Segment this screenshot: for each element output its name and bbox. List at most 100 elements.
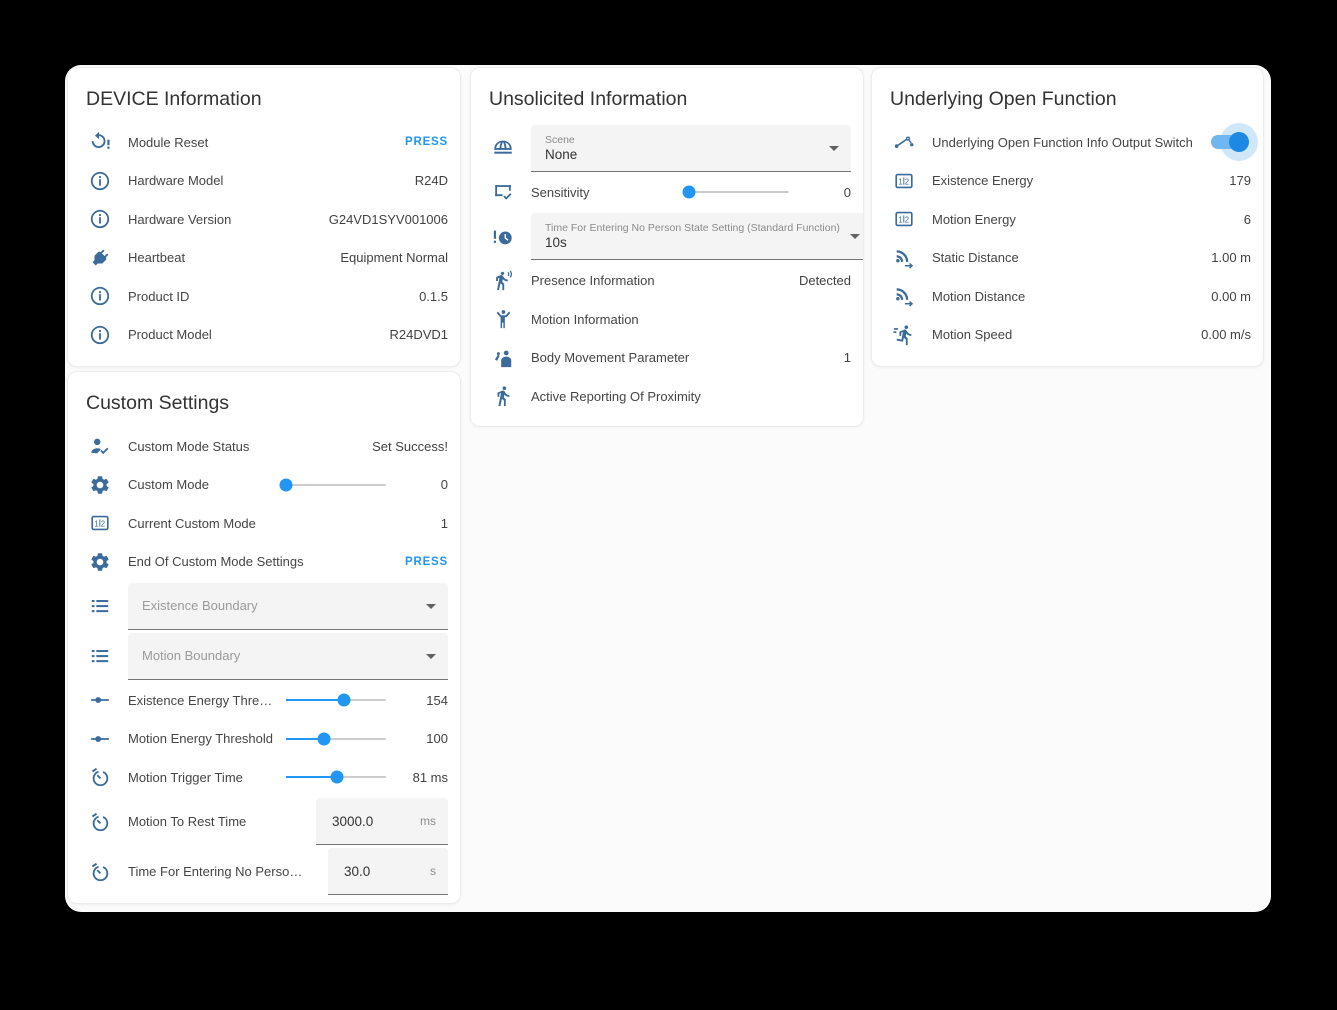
device-information-card: DEVICE Information Module ResetPRESSHard… [67, 67, 461, 367]
row-value: Detected [799, 273, 851, 288]
row-label: Motion Distance [932, 289, 1211, 304]
existence-boundary-select[interactable]: Existence Boundary [128, 583, 448, 630]
list-icon [88, 644, 112, 668]
slider-thumb[interactable] [280, 478, 293, 491]
slider-thumb[interactable] [683, 186, 696, 199]
chevron-down-icon [850, 234, 860, 244]
row-existence-energy: 12Existence Energy179 [872, 162, 1263, 201]
slider-value: 0 [400, 477, 448, 492]
svg-text:1: 1 [898, 177, 902, 186]
slider-thumb[interactable] [318, 732, 331, 745]
row-label: Motion Trigger Time [128, 770, 286, 785]
unsolicited-information-card: Unsolicited Information SceneNoneSensiti… [470, 67, 864, 427]
motion-person-icon [491, 307, 515, 331]
scene-icon [491, 136, 515, 160]
numeric-box-icon: 12 [892, 207, 916, 231]
row-label: Hardware Version [128, 212, 329, 227]
custom-mode-slider[interactable] [286, 484, 386, 486]
timer-icon [88, 810, 112, 834]
scene-select[interactable]: SceneNone [531, 125, 851, 172]
sensitivity-slider[interactable] [689, 191, 789, 193]
row-label: Custom Mode Status [128, 439, 372, 454]
info-icon [88, 284, 112, 308]
row-value: G24VD1SYV001006 [329, 212, 448, 227]
row-label: Motion Speed [932, 327, 1201, 342]
svg-text:1: 1 [94, 520, 98, 529]
underlying-open-function-card: Underlying Open Function Underlying Open… [871, 67, 1264, 367]
row-module-reset: Module ResetPRESS [68, 123, 460, 162]
time-for-entering-no-perso-unit: s [430, 864, 436, 878]
row-label: Body Movement Parameter [531, 350, 844, 365]
underlying-open-function-info-output-switch-toggle[interactable] [1211, 132, 1247, 152]
numeric-box-icon: 12 [88, 511, 112, 535]
row-motion-trigger-time: Motion Trigger Time81 ms [68, 758, 460, 797]
row-motion-speed: Motion Speed0.00 m/s [872, 316, 1263, 355]
signal-icon [892, 246, 916, 270]
signal-icon [892, 284, 916, 308]
row-value: 1.00 m [1211, 250, 1251, 265]
row-value: R24D [415, 173, 448, 188]
row-value: 0.00 m/s [1201, 327, 1251, 342]
slider-thumb[interactable] [331, 771, 344, 784]
row-value: 179 [1229, 173, 1251, 188]
info-icon [88, 207, 112, 231]
time-for-entering-no-perso-input[interactable]: 30.0s [328, 848, 448, 895]
checklist-icon [491, 180, 515, 204]
timer-icon [88, 860, 112, 884]
row-label: Existence Energy Threshold [128, 693, 286, 708]
presence-icon [491, 269, 515, 293]
info-icon [88, 323, 112, 347]
row-label: Product Model [128, 327, 389, 342]
motion-to-rest-time-unit: ms [420, 814, 436, 828]
press-button[interactable]: PRESS [405, 556, 448, 568]
switch-icon [892, 130, 916, 154]
chevron-down-icon [426, 604, 436, 614]
row-hardware-model: Hardware ModelR24D [68, 162, 460, 201]
time-for-entering-no-person-state-setting-standa-select-value: 10s [545, 235, 567, 250]
row-value: 6 [1244, 212, 1251, 227]
time-for-entering-no-person-state-setting-standa-select[interactable]: Time For Entering No Person State Settin… [531, 213, 864, 260]
motion-trigger-time-slider[interactable] [286, 776, 386, 778]
row-product-id: Product ID0.1.5 [68, 277, 460, 316]
custom-settings-card: Custom Settings Custom Mode StatusSet Su… [67, 371, 461, 904]
row-existence-energy-threshold: Existence Energy Threshold154 [68, 681, 460, 720]
row-value: Set Success! [372, 439, 448, 454]
row-label: Static Distance [932, 250, 1211, 265]
reset-icon [88, 130, 112, 154]
row-label: Heartbeat [128, 250, 340, 265]
svg-text:2: 2 [101, 520, 105, 529]
slider-icon [88, 688, 112, 712]
row-static-distance: Static Distance1.00 m [872, 239, 1263, 278]
row-label: Underlying Open Function Info Output Swi… [932, 135, 1211, 150]
slider-thumb[interactable] [338, 694, 351, 707]
row-value: 1 [844, 350, 851, 365]
row-current-custom-mode: 12 Current Custom Mode 1 [68, 504, 460, 543]
row-label: Presence Information [531, 273, 799, 288]
time-for-entering-no-person-state-setting-standa-select-label: Time For Entering No Person State Settin… [545, 222, 840, 234]
row-value: R24DVD1 [389, 327, 448, 342]
timer-icon [88, 765, 112, 789]
row-custom-mode-status: Custom Mode StatusSet Success! [68, 427, 460, 466]
info-icon [88, 169, 112, 193]
existence-energy-threshold-slider[interactable] [286, 699, 386, 701]
row-active-reporting-of-proximity: Active Reporting Of Proximity [471, 377, 863, 416]
motion-to-rest-time-input[interactable]: 3000.0 ms [316, 798, 448, 845]
chevron-down-icon [829, 146, 839, 156]
scene-select-label: Scene [545, 134, 575, 146]
clock-alert-icon [491, 225, 515, 249]
motion-to-rest-time-input-value: 3000.0 [332, 814, 373, 829]
row-time-for-entering-no-person-state-setting-standa: Time For Entering No Person State Settin… [471, 212, 863, 262]
svg-text:1: 1 [898, 216, 902, 225]
slider-icon [88, 727, 112, 751]
speed-icon [892, 323, 916, 347]
row-label: Time For Entering No Perso… [128, 864, 320, 879]
motion-energy-threshold-slider[interactable] [286, 738, 386, 740]
row-label: End Of Custom Mode Settings [128, 554, 405, 569]
motion-boundary-select[interactable]: Motion Boundary [128, 633, 448, 680]
row-label: Motion To Rest Time [128, 814, 308, 829]
plug-icon [88, 246, 112, 270]
person-check-icon [88, 434, 112, 458]
row-scene: SceneNone [471, 123, 863, 173]
press-button[interactable]: PRESS [405, 136, 448, 148]
row-label: Current Custom Mode [128, 516, 441, 531]
